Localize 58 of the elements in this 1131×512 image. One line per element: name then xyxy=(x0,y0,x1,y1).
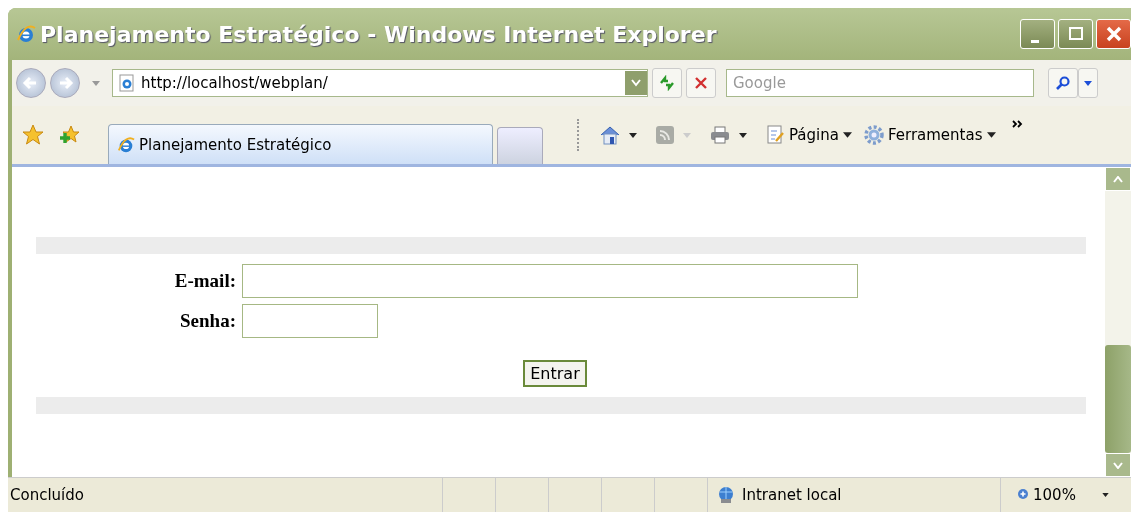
chevron-icon[interactable] xyxy=(1011,119,1024,129)
minimize-icon xyxy=(1030,39,1039,43)
scrollbar-thumb[interactable] xyxy=(1105,345,1131,453)
search-button[interactable] xyxy=(1048,68,1078,98)
add-favorite-icon[interactable] xyxy=(58,124,80,146)
browser-logo-icon xyxy=(117,135,135,154)
new-tab-button[interactable] xyxy=(497,127,543,164)
maximize-icon xyxy=(1067,26,1084,42)
page-menu-button[interactable]: Página xyxy=(765,125,854,145)
back-button[interactable] xyxy=(16,68,46,98)
feed-icon[interactable] xyxy=(655,125,675,145)
close-icon xyxy=(1104,25,1123,43)
scrollbar[interactable] xyxy=(1105,167,1131,477)
input-field[interactable] xyxy=(242,304,378,338)
scroll-down-button[interactable] xyxy=(1105,453,1131,477)
refresh-icon xyxy=(659,75,675,91)
field-label: Senha: xyxy=(179,310,236,332)
chevron-down-icon xyxy=(1113,461,1123,469)
page-icon xyxy=(119,74,135,92)
stop-button[interactable] xyxy=(686,68,716,98)
tools-menu-button[interactable]: Ferramentas xyxy=(861,125,998,145)
gear-icon xyxy=(863,125,884,145)
caret-icon xyxy=(986,132,996,138)
chevron-up-icon xyxy=(1113,175,1123,183)
zone-text: Intranet local xyxy=(742,486,842,504)
status-text: Concluído xyxy=(9,486,85,504)
address-field[interactable]: http://localhost/webplan/ xyxy=(112,69,648,97)
input-field[interactable] xyxy=(242,264,858,298)
page-icon xyxy=(767,125,785,145)
favorites-star-icon[interactable] xyxy=(22,124,44,146)
caret-icon[interactable] xyxy=(1101,493,1109,497)
window-title: Planejamento Estratégico - Windows Internet Explorer xyxy=(40,21,717,47)
scroll-up-button[interactable] xyxy=(1105,167,1131,191)
dropdown-button[interactable] xyxy=(625,71,647,95)
search-options-button[interactable] xyxy=(1078,68,1098,98)
submit-button[interactable]: Entrar xyxy=(523,360,587,387)
caret-icon xyxy=(842,132,852,138)
caret-icon[interactable] xyxy=(629,132,637,138)
forward-button[interactable] xyxy=(50,68,80,98)
minimize-button[interactable] xyxy=(1020,19,1055,49)
caret-icon xyxy=(1084,80,1092,86)
home-icon[interactable] xyxy=(599,125,621,145)
search-field[interactable]: Google xyxy=(726,69,1034,97)
browser-tab[interactable]: Planejamento Estratégico xyxy=(108,124,493,164)
browser-logo-icon xyxy=(16,24,36,44)
zoom-button[interactable]: 100% xyxy=(1000,478,1076,512)
printer-icon[interactable] xyxy=(709,125,731,145)
refresh-button[interactable] xyxy=(652,68,682,98)
zoom-in-icon xyxy=(1017,488,1031,502)
stop-icon xyxy=(694,76,708,90)
tab-title: Planejamento Estratégico xyxy=(139,135,332,154)
chevron-down-icon xyxy=(631,79,641,87)
search-icon xyxy=(1055,75,1071,91)
field-label: E-mail: xyxy=(173,270,236,292)
maximize-button[interactable] xyxy=(1058,19,1093,49)
network-icon xyxy=(716,486,736,504)
close-button[interactable] xyxy=(1096,19,1131,49)
caret-icon[interactable] xyxy=(739,132,747,138)
